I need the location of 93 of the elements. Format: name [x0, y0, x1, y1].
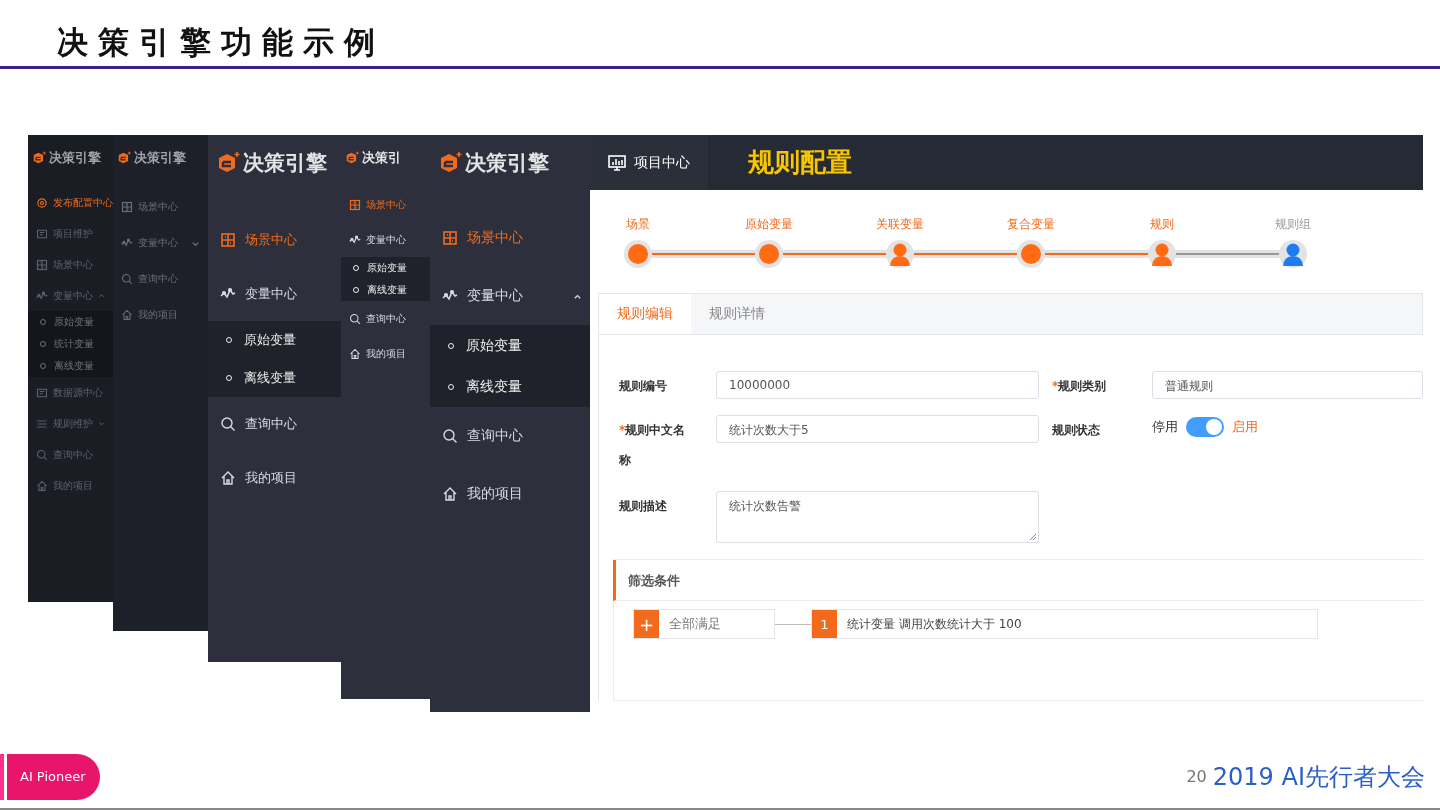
menu-item[interactable]: 场景中心 [113, 189, 208, 225]
submenu-item[interactable]: 原始变量 [208, 321, 341, 359]
step-label: 场景 [625, 216, 650, 233]
menu-item[interactable]: 查询中心 [341, 301, 430, 336]
search-icon [36, 448, 48, 461]
menu-item[interactable]: 场景中心 [341, 187, 430, 222]
menu-item[interactable]: 场景中心 [430, 209, 590, 267]
nav-item[interactable]: 项目中心 [590, 135, 708, 190]
grid-icon [220, 232, 236, 248]
logo-icon [32, 151, 46, 165]
group-label: 全部满足 [668, 615, 721, 633]
home-icon [121, 309, 133, 321]
search-icon [220, 416, 236, 432]
menu-item[interactable]: 我的项目 [341, 336, 430, 371]
monitor-chart-icon [608, 154, 626, 171]
field-label: 规则描述 [619, 498, 668, 515]
search-icon [349, 312, 361, 325]
condition-text: 统计变量 调用次数统计大于 100 [846, 615, 1022, 633]
grid-icon [442, 230, 458, 246]
menu-item[interactable]: 发布配置中心 [28, 187, 113, 218]
step-label: 原始变量 [744, 216, 793, 233]
submenu-item[interactable]: 原始变量 [430, 325, 590, 366]
toggle-switch[interactable] [1186, 417, 1224, 437]
submenu-item[interactable]: 离线变量 [430, 366, 590, 407]
search-icon [442, 428, 458, 444]
app-logo-text: 决策引擎 [134, 149, 186, 167]
input-field[interactable]: 10000000 [716, 371, 1039, 399]
logo-icon [216, 151, 240, 175]
menu-item[interactable]: 变量中心 [430, 267, 590, 325]
step-label: 关联变量 [875, 216, 924, 233]
wave-icon [36, 289, 48, 302]
resize-grip-icon [1029, 533, 1037, 541]
condition-row[interactable]: 1 统计变量 调用次数统计大于 100 [811, 609, 1318, 639]
page-title: 规则配置 [748, 146, 852, 179]
gear-icon [36, 196, 48, 209]
field-label: 规则状态 [1052, 422, 1101, 439]
home-icon [220, 470, 236, 486]
select-field[interactable]: 普通规则 [1152, 371, 1423, 399]
menu-item[interactable]: 查询中心 [430, 407, 590, 465]
menu-item[interactable]: 变量中心 [341, 222, 430, 257]
logo-icon [117, 151, 131, 165]
textarea-field[interactable]: 统计次数告警 [716, 491, 1039, 543]
step-label: 规则 [1149, 216, 1174, 233]
submenu-item[interactable]: 离线变量 [208, 359, 341, 397]
add-button[interactable]: + [634, 610, 659, 638]
list-icon [36, 417, 48, 430]
submenu-item[interactable]: 离线变量 [341, 279, 430, 301]
menu-item[interactable]: 我的项目 [208, 451, 341, 505]
field-label: 规则编号 [619, 378, 668, 395]
field-label: *规则中文名称 [619, 422, 687, 469]
menu-item[interactable]: 我的项目 [430, 465, 590, 523]
grid-icon [121, 201, 133, 213]
app-logo-text: 决策引擎 [465, 150, 549, 177]
home-icon [349, 347, 361, 360]
step-label: 复合变量 [1006, 216, 1055, 233]
tab[interactable]: 规则编辑 [599, 294, 691, 334]
menu-item[interactable]: 变量中心 [113, 225, 208, 261]
menu-item[interactable]: 查询中心 [208, 397, 341, 451]
field-label: *规则类别 [1052, 378, 1108, 395]
menu-item[interactable]: 场景中心 [208, 213, 341, 267]
menu-item[interactable]: 变量中心 [208, 267, 341, 321]
tab[interactable]: 规则详情 [691, 294, 783, 334]
search-icon [121, 273, 133, 285]
panel-icon [36, 227, 48, 240]
wave-icon [121, 237, 133, 249]
event-brand-text: 2019 AI先行者大会 [1212, 761, 1425, 793]
step-label: 规则组 [1274, 216, 1311, 233]
slide-title: 决策引擎功能示例 [57, 23, 385, 62]
grid-icon [349, 198, 361, 211]
submenu-item[interactable]: 原始变量 [341, 257, 430, 279]
submenu-item[interactable]: 离线变量 [28, 355, 113, 377]
section-title: 筛选条件 [613, 560, 1423, 601]
input-field[interactable]: 统计次数大于5 [716, 415, 1039, 443]
condition-index: 1 [812, 610, 837, 638]
wave-icon [349, 233, 361, 246]
app-logo-text: 决策引 [362, 149, 401, 167]
home-icon [442, 486, 458, 502]
page-number: 20 [1186, 767, 1207, 786]
condition-group[interactable]: + 全部满足 [633, 609, 775, 639]
grid-icon [36, 258, 48, 271]
logo-icon [345, 151, 359, 165]
switch-on-label: 启用 [1232, 418, 1258, 436]
switch-off-label: 停用 [1152, 418, 1178, 436]
logo-icon [438, 151, 462, 175]
menu-item[interactable]: 我的项目 [113, 297, 208, 333]
menu-item[interactable]: 查询中心 [113, 261, 208, 297]
submenu-item[interactable]: 统计变量 [28, 333, 113, 355]
app-logo-text: 决策引擎 [49, 149, 101, 167]
app-logo-text: 决策引擎 [243, 150, 327, 177]
submenu-item[interactable]: 原始变量 [28, 311, 113, 333]
footer-badge: AI Pioneer [0, 753, 100, 800]
panel-icon [36, 386, 48, 399]
home-icon [36, 479, 48, 492]
